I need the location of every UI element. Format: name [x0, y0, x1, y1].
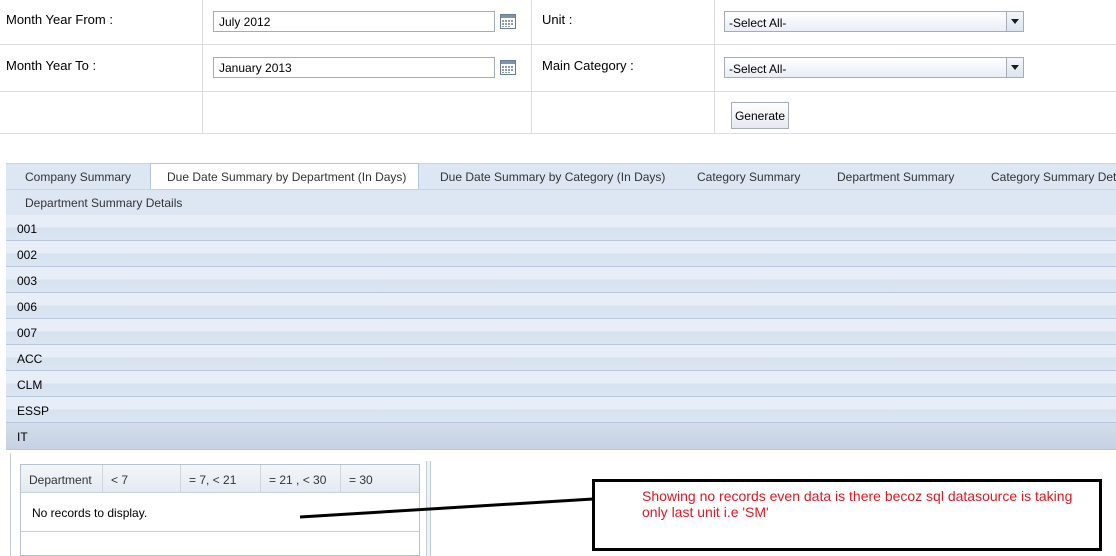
- annotation-arrow-line: [299, 497, 594, 519]
- annotation-text: Showing no records even data is there be…: [642, 488, 1073, 520]
- annotation-callout: Showing no records even data is there be…: [592, 479, 1102, 551]
